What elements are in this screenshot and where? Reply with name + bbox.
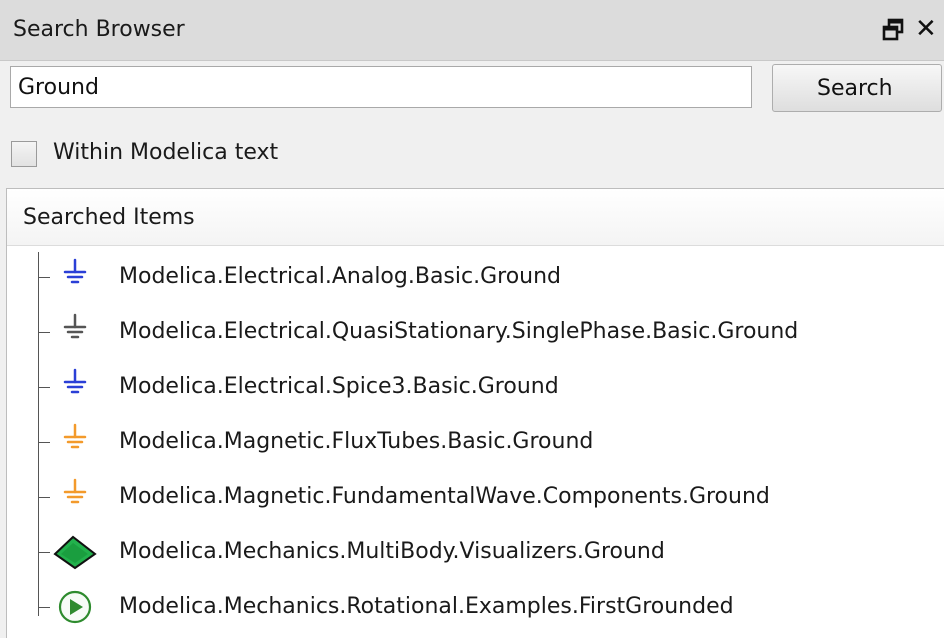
float-window-icon[interactable] xyxy=(880,16,908,44)
tree-item-label: Modelica.Magnetic.FundamentalWave.Compon… xyxy=(119,484,770,509)
tree-item[interactable]: Modelica.Electrical.QuasiStationary.Sing… xyxy=(7,305,944,359)
tree-branch xyxy=(38,332,50,333)
ground-icon xyxy=(53,367,97,407)
results-header: Searched Items xyxy=(7,189,944,246)
window-title: Search Browser xyxy=(13,17,185,42)
tree-item-label: Modelica.Electrical.QuasiStationary.Sing… xyxy=(119,319,799,344)
ground-icon xyxy=(53,477,97,517)
results-header-label: Searched Items xyxy=(23,205,195,230)
tree-branch xyxy=(38,497,50,498)
tree-branch xyxy=(38,277,50,278)
tree-item[interactable]: Modelica.Magnetic.FundamentalWave.Compon… xyxy=(7,470,944,524)
ground-icon xyxy=(53,257,97,297)
tree-item[interactable]: Modelica.Magnetic.FluxTubes.Basic.Ground xyxy=(7,415,944,469)
results-panel: Searched Items Modelica.Electrical.Analo… xyxy=(6,188,944,638)
ground-icon xyxy=(53,312,97,352)
play-circle-icon xyxy=(53,587,97,627)
tree-item[interactable]: Modelica.Mechanics.MultiBody.Visualizers… xyxy=(7,525,944,579)
tree-item-label: Modelica.Mechanics.MultiBody.Visualizers… xyxy=(119,539,665,564)
close-icon[interactable]: ✕ xyxy=(915,14,943,44)
tree-item[interactable]: Modelica.Electrical.Analog.Basic.Ground xyxy=(7,250,944,304)
green-plane-icon xyxy=(53,532,97,572)
tree-item-label: Modelica.Electrical.Spice3.Basic.Ground xyxy=(119,374,559,399)
within-modelica-text-label: Within Modelica text xyxy=(53,140,279,165)
tree-item-label: Modelica.Magnetic.FluxTubes.Basic.Ground xyxy=(119,429,594,454)
ground-icon xyxy=(53,422,97,462)
search-input[interactable] xyxy=(10,66,752,108)
tree-item-label: Modelica.Mechanics.Rotational.Examples.F… xyxy=(119,594,734,619)
tree-item[interactable]: Modelica.Electrical.Spice3.Basic.Ground xyxy=(7,360,944,414)
tree-branch xyxy=(38,387,50,388)
tree-branch xyxy=(38,442,50,443)
search-button[interactable]: Search xyxy=(772,64,942,112)
within-modelica-text-checkbox[interactable] xyxy=(11,141,37,167)
tree-item[interactable]: Modelica.Mechanics.Rotational.Examples.F… xyxy=(7,580,944,634)
tree-branch xyxy=(38,552,50,553)
tree-branch xyxy=(38,607,50,608)
title-bar: Search Browser ✕ xyxy=(0,0,944,61)
tree-item-label: Modelica.Electrical.Analog.Basic.Ground xyxy=(119,264,562,289)
